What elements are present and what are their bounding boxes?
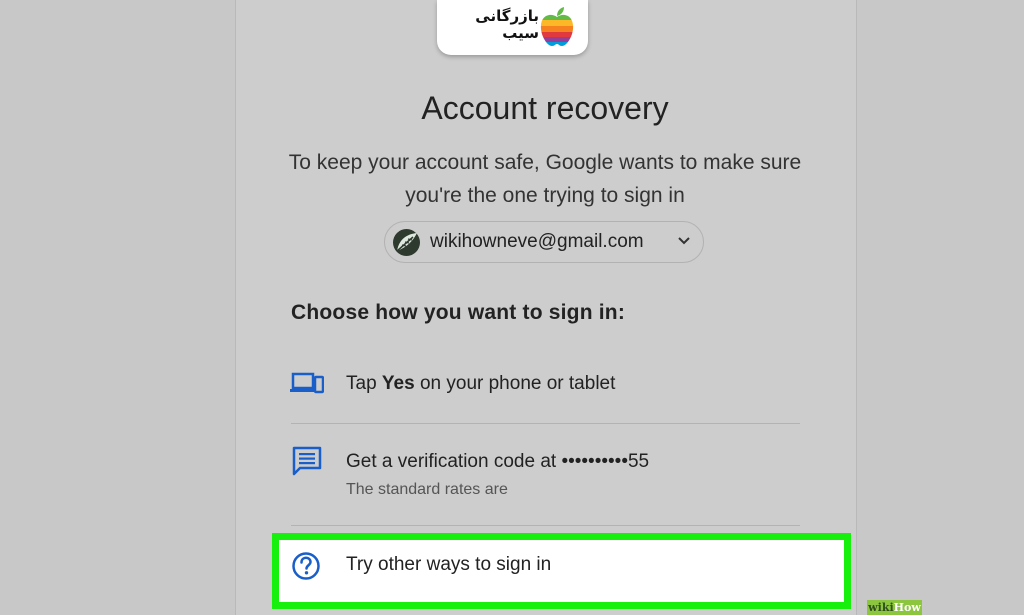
- divider: [291, 525, 800, 526]
- apple-logo-icon: [540, 7, 574, 46]
- account-chip[interactable]: wikihowneve@gmail.com: [384, 221, 704, 263]
- option-code-note: The standard rates are: [346, 481, 508, 498]
- wikihow-watermark: wikiHow: [867, 600, 922, 615]
- option-other-label: Try other ways to sign in: [346, 554, 552, 575]
- page-title: Account recovery: [421, 90, 669, 126]
- option-tap-label: Tap Yes on your phone or tablet: [346, 373, 616, 394]
- avatar: [393, 229, 420, 256]
- watermark-logo-badge: بازرگانی سیب: [437, 0, 588, 55]
- avatar-leaf-icon: [396, 233, 417, 252]
- watermark-logo-text: بازرگانی سیب: [475, 7, 539, 42]
- chevron-down-icon[interactable]: [677, 236, 691, 246]
- option-code-label: Get a verification code at ••••••••••55: [346, 451, 650, 472]
- message-icon: [292, 446, 322, 476]
- options-heading: Choose how you want to sign in:: [291, 301, 626, 324]
- help-circle-icon: [292, 552, 320, 580]
- divider: [291, 423, 800, 424]
- option-try-other-ways[interactable]: Try other ways to sign in: [272, 533, 851, 609]
- page-subtitle: To keep your account safe, Google wants …: [288, 151, 802, 207]
- devices-icon: [290, 372, 324, 394]
- account-email: wikihowneve@gmail.com: [430, 231, 644, 252]
